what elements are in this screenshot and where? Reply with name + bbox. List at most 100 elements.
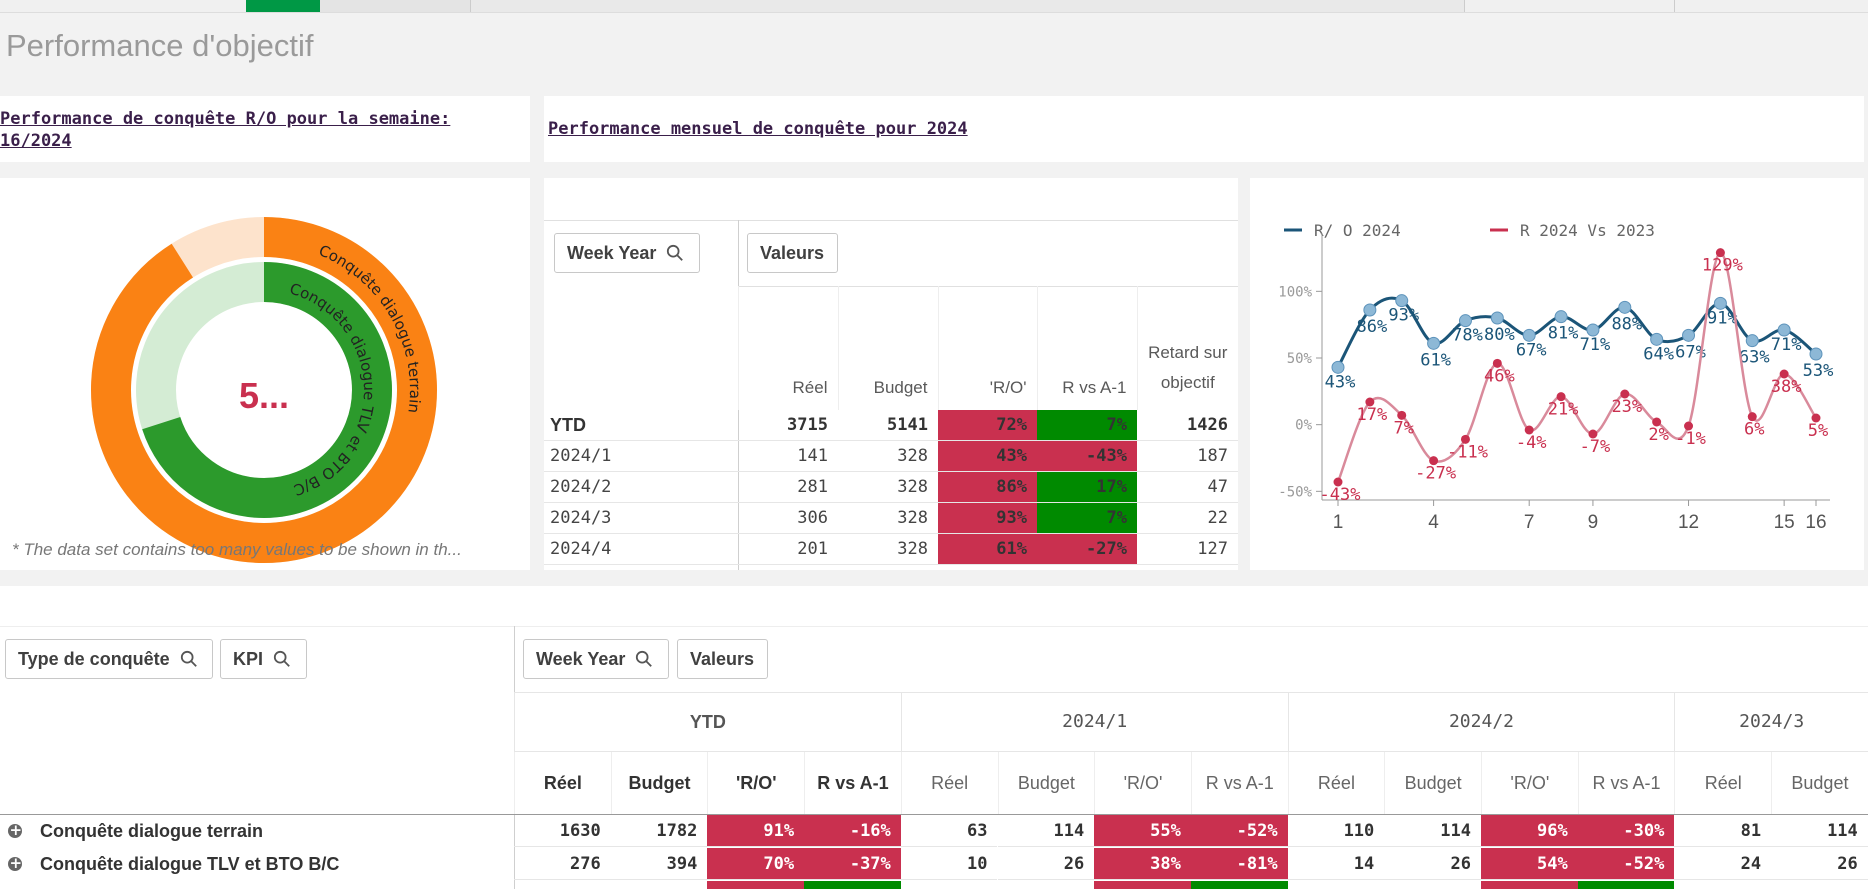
table-cell[interactable]: -81%: [1190, 848, 1288, 880]
row-label[interactable]: 2024/1: [544, 440, 738, 472]
row-label[interactable]: YTD: [544, 410, 738, 441]
table-row[interactable]: 2024/4 201 328 61% -27% 127: [544, 533, 1238, 565]
cell-ro[interactable]: 61%: [938, 533, 1037, 565]
table-cell[interactable]: -52%: [1577, 848, 1675, 880]
week-year-filter-2[interactable]: Week Year: [523, 639, 669, 679]
values-filter-2[interactable]: Valeurs: [677, 639, 768, 679]
cell-rva[interactable]: 7%: [1037, 410, 1137, 441]
cell-rva[interactable]: 7%: [1037, 502, 1137, 534]
values-filter[interactable]: Valeurs: [747, 233, 838, 273]
table-cell[interactable]: 10: [900, 848, 998, 880]
group-header[interactable]: 2024/2: [1287, 692, 1675, 752]
col-header-budget[interactable]: Budget: [837, 286, 938, 410]
table-cell[interactable]: 70%: [707, 848, 805, 880]
table-row[interactable]: YTD 3715 5141 72% 7% 1426: [544, 410, 1238, 441]
group-header[interactable]: 2024/1: [900, 692, 1288, 752]
col-header[interactable]: Budget: [610, 752, 708, 814]
cell-budget[interactable]: 328: [838, 471, 938, 503]
col-header[interactable]: Budget: [1384, 752, 1481, 814]
table-cell[interactable]: 1630: [514, 815, 611, 847]
cell-budget[interactable]: 328: [838, 533, 938, 565]
cell-rva[interactable]: -43%: [1037, 440, 1137, 472]
cell-reel[interactable]: 306: [738, 502, 838, 534]
cell-retard[interactable]: 47: [1137, 471, 1238, 503]
col-header[interactable]: 'R/O': [707, 752, 804, 814]
donut-chart[interactable]: Conquête dialogue terrain Conquête dialo…: [0, 178, 530, 570]
col-header[interactable]: Réel: [1287, 752, 1385, 814]
cell-reel[interactable]: 201: [738, 533, 838, 565]
table-cell[interactable]: 96%: [1481, 815, 1578, 847]
tab-segment[interactable]: [320, 0, 470, 12]
cell-budget[interactable]: 328: [838, 502, 938, 534]
table-cell[interactable]: 38%: [1094, 848, 1191, 880]
cell-reel[interactable]: 3715: [738, 410, 838, 441]
cell-retard[interactable]: 187: [1137, 440, 1238, 472]
table-cell[interactable]: 55%: [1094, 815, 1191, 847]
expand-icon[interactable]: +: [8, 854, 22, 872]
cell-retard[interactable]: 127: [1137, 533, 1238, 565]
row-label[interactable]: Conquête dialogue TLV et BTO B/C: [40, 848, 339, 880]
table-cell[interactable]: 1782: [610, 815, 708, 847]
col-header[interactable]: 'R/O': [1481, 752, 1578, 814]
tab-segment[interactable]: [1464, 0, 1675, 12]
row-label[interactable]: Conquête dialogue terrain: [40, 815, 263, 847]
table-cell[interactable]: 394: [610, 848, 708, 880]
tab-segment[interactable]: [1674, 0, 1868, 12]
table-cell[interactable]: 24: [1674, 848, 1772, 880]
table-cell[interactable]: 276: [514, 848, 611, 880]
cell-reel[interactable]: 141: [738, 440, 838, 472]
cell-ro[interactable]: 86%: [938, 471, 1037, 503]
cell-ro[interactable]: 43%: [938, 440, 1037, 472]
col-header[interactable]: Réel: [900, 752, 998, 814]
active-tab-indicator[interactable]: [246, 0, 320, 12]
table-cell[interactable]: -52%: [1190, 815, 1288, 847]
table-cell[interactable]: 26: [1384, 848, 1481, 880]
cell-retard[interactable]: 22: [1137, 502, 1238, 534]
col-header-ro[interactable]: 'R/O': [937, 286, 1037, 410]
col-header[interactable]: Budget: [1771, 752, 1868, 814]
table-cell[interactable]: 26: [997, 848, 1095, 880]
table-row[interactable]: 2024/2 281 328 86% 17% 47: [544, 471, 1238, 503]
expand-icon[interactable]: +: [8, 821, 22, 839]
table-cell[interactable]: -37%: [804, 848, 901, 880]
line-chart[interactable]: R/ O 2024 R 2024 Vs 2023 100% 50% 0% -50% 1 4 7 9…: [1250, 178, 1864, 570]
group-header[interactable]: YTD: [514, 692, 901, 752]
cell-ro[interactable]: 72%: [938, 410, 1037, 441]
col-header[interactable]: Réel: [514, 752, 611, 814]
table-row[interactable]: 2024/1 141 328 43% -43% 187: [544, 440, 1238, 472]
table-cell[interactable]: 54%: [1481, 848, 1578, 880]
col-header[interactable]: R vs A-1: [1190, 752, 1288, 814]
table-cell[interactable]: 91%: [707, 815, 805, 847]
kpi-filter[interactable]: KPI: [220, 639, 307, 679]
table-cell[interactable]: 81: [1674, 815, 1772, 847]
table-cell[interactable]: -16%: [804, 815, 901, 847]
table-cell[interactable]: 114: [1771, 815, 1868, 847]
table-cell[interactable]: 110: [1287, 815, 1385, 847]
table-cell[interactable]: 114: [1384, 815, 1481, 847]
col-header[interactable]: R vs A-1: [1577, 752, 1675, 814]
table-cell[interactable]: 63: [900, 815, 998, 847]
group-header[interactable]: 2024/3: [1674, 692, 1868, 752]
cell-retard[interactable]: 1426: [1137, 410, 1238, 441]
row-label[interactable]: 2024/3: [544, 502, 738, 534]
type-conquete-filter[interactable]: Type de conquête: [5, 639, 213, 679]
table-cell[interactable]: -30%: [1577, 815, 1675, 847]
week-year-filter[interactable]: Week Year: [554, 233, 700, 273]
col-header[interactable]: Budget: [997, 752, 1095, 814]
table-cell[interactable]: 26: [1771, 848, 1868, 880]
col-header-retard[interactable]: Retard sur objectif: [1136, 286, 1238, 410]
col-header-reel[interactable]: Réel: [737, 286, 838, 410]
table-row[interactable]: 2024/3 306 328 93% 7% 22: [544, 502, 1238, 534]
cell-budget[interactable]: 5141: [838, 410, 938, 441]
col-header[interactable]: 'R/O': [1094, 752, 1191, 814]
cell-reel[interactable]: 281: [738, 471, 838, 503]
col-header-rva[interactable]: R vs A-1: [1036, 286, 1137, 410]
col-header[interactable]: Réel: [1674, 752, 1771, 814]
table-cell[interactable]: 114: [997, 815, 1095, 847]
row-label[interactable]: 2024/4: [544, 533, 738, 565]
row-label[interactable]: 2024/2: [544, 471, 738, 503]
cell-rva[interactable]: -27%: [1037, 533, 1137, 565]
left-title[interactable]: Performance de conquête R/O pour la sema…: [0, 108, 470, 152]
cell-rva[interactable]: 17%: [1037, 471, 1137, 503]
col-header[interactable]: R vs A-1: [804, 752, 901, 814]
